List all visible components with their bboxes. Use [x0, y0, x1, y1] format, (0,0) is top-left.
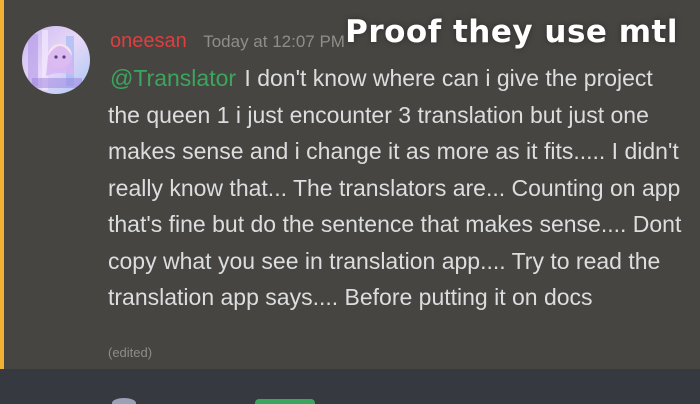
mention-highlight-bar: [0, 0, 4, 369]
highlighted-message[interactable]: oneesan Today at 12:07 PM @Translator I …: [0, 0, 700, 369]
message-content: @Translator I don't know where can i giv…: [108, 60, 683, 316]
next-username-peek: [255, 399, 315, 404]
anime-avatar-icon: [22, 26, 90, 94]
edited-label: (edited): [108, 345, 153, 360]
avatar[interactable]: [22, 26, 90, 94]
user-mention[interactable]: @Translator: [108, 65, 238, 91]
timestamp: Today at 12:07 PM: [203, 32, 345, 51]
username[interactable]: oneesan: [110, 30, 187, 52]
next-message-row: [0, 369, 700, 404]
message-text: I don't know where can i give the projec…: [108, 65, 682, 310]
message-header: oneesan Today at 12:07 PM: [110, 30, 345, 58]
overlay-caption: Proof they use mtl: [345, 14, 678, 50]
discord-chat-frame: oneesan Today at 12:07 PM @Translator I …: [0, 0, 700, 404]
next-avatar-peek: [112, 398, 136, 404]
